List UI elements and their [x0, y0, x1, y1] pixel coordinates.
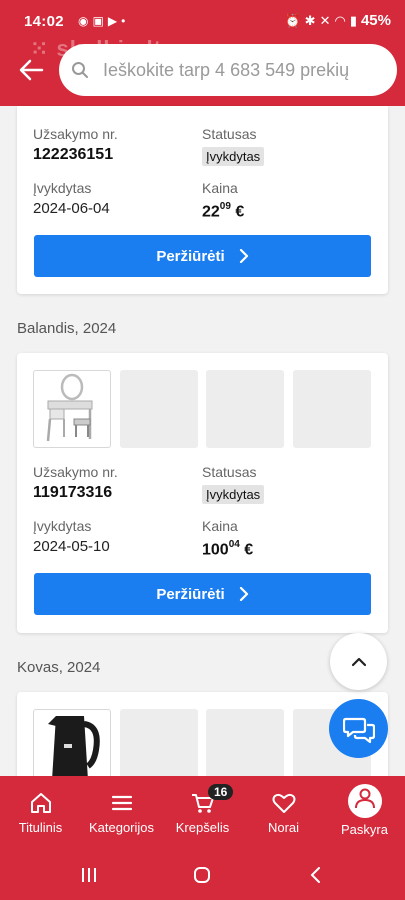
price-label: Kaina — [202, 518, 238, 534]
order-number: 119173316 — [33, 484, 113, 501]
home-button-icon[interactable] — [193, 866, 211, 884]
signal-icon: ▮ — [349, 12, 357, 28]
nav-categories-label: Kategorijos — [88, 820, 155, 835]
vanity-table-icon — [46, 373, 93, 442]
order-card: Užsakymo nr. 119173316 Statusas Įvykdyta… — [17, 353, 388, 633]
thumbnail-placeholder — [206, 370, 284, 448]
search-input[interactable] — [103, 59, 353, 81]
status-label: Statusas — [202, 464, 257, 480]
system-icons: ⏰ ✱ ✕ ◠ ▮ 45% — [284, 12, 391, 29]
status-bar: 14:02 ◉ ▣ ▶ • ⏰ ✱ ✕ ◠ ▮ 45% — [0, 0, 405, 40]
chevron-right-icon — [239, 587, 248, 601]
completed-date: 2024-05-10 — [33, 538, 110, 555]
order-price: 10004 € — [202, 539, 254, 559]
thumbnail-placeholder — [293, 370, 371, 448]
back-arrow-icon[interactable] — [18, 58, 44, 82]
cart-count-badge: 16 — [208, 784, 234, 800]
order-card: Užsakymo nr. 122236151 Statusas Įvykdyta… — [17, 106, 388, 294]
electric-kettle-image[interactable] — [33, 709, 111, 782]
bluetooth-icon: ✱ — [304, 12, 316, 28]
back-button-icon[interactable] — [308, 866, 322, 884]
home-icon — [30, 793, 51, 813]
vanity-table-image[interactable] — [33, 370, 111, 448]
messenger-icon: ◉ — [78, 14, 89, 28]
user-icon — [354, 788, 375, 809]
view-order-button-label: Peržiūrėti — [156, 247, 225, 265]
order-number-label: Užsakymo nr. — [33, 464, 118, 480]
section-month-march: Kovas, 2024 — [17, 659, 101, 676]
notification-icons: ◉ ▣ ▶ • — [78, 14, 125, 28]
search-bar[interactable] — [59, 44, 397, 96]
nav-categories[interactable]: Kategorijos — [81, 776, 162, 852]
status-label: Statusas — [202, 126, 257, 142]
menu-icon — [111, 795, 132, 811]
bottom-navigation: Titulinis Kategorijos 16 Krepšelis Norai… — [0, 776, 405, 852]
date-label: Įvykdytas — [33, 518, 92, 534]
nav-account-label: Paskyra — [341, 822, 388, 837]
order-number-label: Užsakymo nr. — [33, 126, 118, 142]
heart-icon — [272, 793, 295, 813]
wifi-icon: ◠ — [334, 12, 346, 28]
order-price: 2209 € — [202, 201, 245, 221]
nav-wishlist[interactable]: Norai — [243, 776, 324, 852]
nav-cart[interactable]: 16 Krepšelis — [162, 776, 243, 852]
nav-home-label: Titulinis — [18, 820, 63, 835]
kettle-icon — [48, 716, 100, 780]
gallery-icon: ▣ — [92, 14, 104, 28]
nav-wishlist-label: Norai — [267, 820, 300, 835]
chat-icon — [342, 717, 375, 743]
status-time: 14:02 — [24, 13, 64, 30]
dot-icon: • — [121, 14, 126, 28]
mute-icon: ✕ — [319, 12, 331, 28]
nav-home[interactable]: Titulinis — [0, 776, 81, 852]
view-order-button-label: Peržiūrėti — [156, 585, 225, 603]
nav-account[interactable]: Paskyra — [324, 776, 405, 852]
status-badge: Įvykdytas — [202, 485, 265, 504]
alarm-icon: ⏰ — [284, 12, 301, 28]
system-navigation-bar — [0, 852, 405, 900]
completed-date: 2024-06-04 — [33, 200, 110, 217]
price-label: Kaina — [202, 180, 238, 196]
order-number: 122236151 — [33, 146, 114, 163]
scroll-to-top-button[interactable] — [330, 633, 387, 690]
youtube-icon: ▶ — [107, 14, 118, 28]
search-icon — [72, 62, 88, 78]
avatar — [347, 784, 382, 818]
view-order-button[interactable]: Peržiūrėti — [34, 573, 371, 615]
recent-apps-icon[interactable] — [80, 866, 98, 884]
thumbnail-placeholder — [120, 370, 198, 448]
date-label: Įvykdytas — [33, 180, 92, 196]
chevron-up-icon — [351, 657, 366, 666]
chat-button[interactable] — [329, 699, 388, 758]
thumbnail-placeholder — [120, 709, 198, 782]
view-order-button[interactable]: Peržiūrėti — [34, 235, 371, 277]
nav-cart-label: Krepšelis — [175, 820, 230, 835]
chevron-right-icon — [239, 249, 248, 263]
thumbnail-placeholder — [206, 709, 284, 782]
status-badge: Įvykdytas — [202, 147, 265, 166]
section-month-april: Balandis, 2024 — [17, 320, 117, 337]
battery-level: 45% — [360, 12, 391, 29]
top-bar: 14:02 ◉ ▣ ▶ • ⏰ ✱ ✕ ◠ ▮ 45% ⁙ skelbiu.lt — [0, 0, 405, 106]
